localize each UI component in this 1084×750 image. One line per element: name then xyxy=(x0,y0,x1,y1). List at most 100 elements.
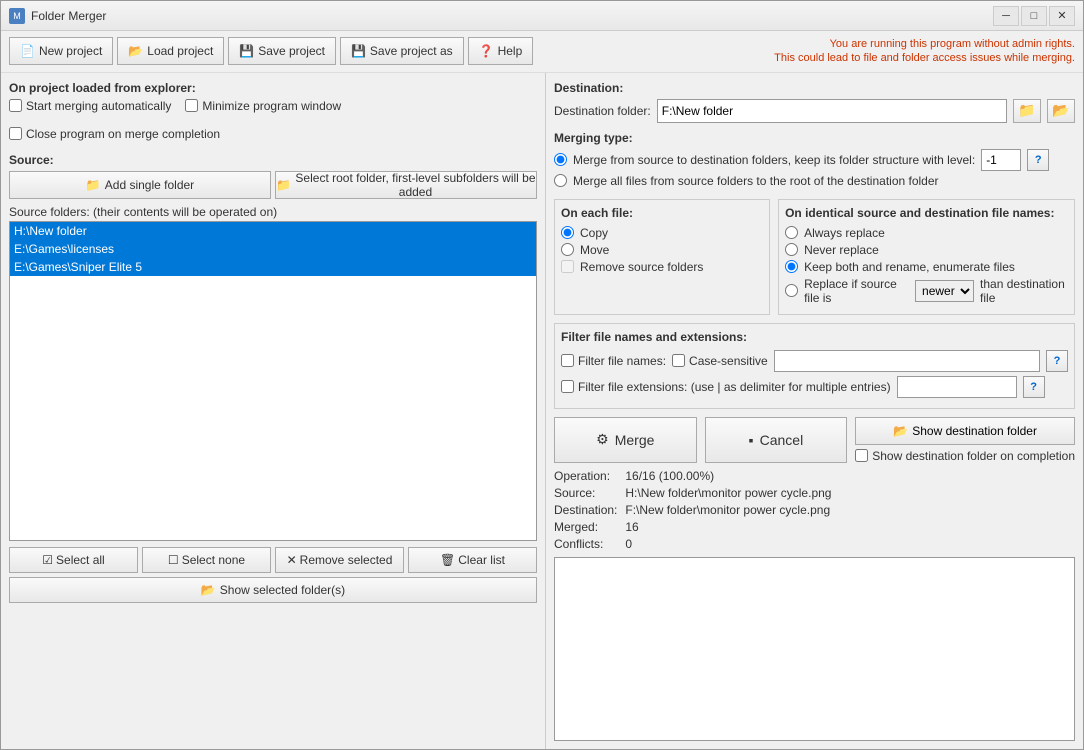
filter-names-input[interactable] xyxy=(774,350,1040,372)
start-merging-item[interactable]: Start merging automatically xyxy=(9,99,171,113)
select-root-folder-button[interactable]: 📁 Select root folder, first-level subfol… xyxy=(275,171,537,199)
show-dest-section: 📂 Show destination folder Show destinati… xyxy=(855,417,1075,463)
operation-value: 16/16 (100.00%) xyxy=(625,469,1075,483)
merging-option1-radio[interactable] xyxy=(554,153,567,166)
merging-option2-radio[interactable] xyxy=(554,174,567,187)
show-selected-folders-button[interactable]: 📂 Show selected folder(s) xyxy=(9,577,537,603)
destination-label: Destination: xyxy=(554,81,1075,95)
close-program-checkbox[interactable] xyxy=(9,127,22,140)
conflicts-value: 0 xyxy=(625,537,1075,551)
always-replace-label: Always replace xyxy=(804,226,885,240)
merged-key: Merged: xyxy=(554,520,617,534)
add-single-folder-button[interactable]: 📁 Add single folder xyxy=(9,171,271,199)
window-title: Folder Merger xyxy=(31,9,993,23)
keep-both-radio[interactable] xyxy=(785,260,798,273)
help-icon: ❓ xyxy=(479,44,494,58)
merging-option2-label: Merge all files from source folders to t… xyxy=(573,174,939,188)
each-file-section: On each file: Copy Move Remove source fo… xyxy=(554,199,770,315)
folder-item[interactable]: E:\Games\Sniper Elite 5 xyxy=(10,258,536,276)
filter-extensions-checkbox[interactable] xyxy=(561,380,574,393)
on-project-options: Start merging automatically Minimize pro… xyxy=(9,99,537,141)
folder-list-label: Source folders: (their contents will be … xyxy=(9,205,537,219)
destination-key: Destination: xyxy=(554,503,617,517)
folder-list-scroll[interactable]: H:\New folderE:\Games\licensesE:\Games\S… xyxy=(10,222,536,540)
show-dest-folder-button[interactable]: 📂 Show destination folder xyxy=(855,417,1075,445)
always-replace-radio[interactable] xyxy=(785,226,798,239)
toolbar: 📄 New project 📂 Load project 💾 Save proj… xyxy=(1,31,1083,73)
load-project-button[interactable]: 📂 Load project xyxy=(117,37,224,65)
merging-option1-label: Merge from source to destination folders… xyxy=(573,153,975,167)
level-input[interactable] xyxy=(981,149,1021,171)
warning-text: You are running this program without adm… xyxy=(774,37,1075,66)
filter-extensions-help-button[interactable]: ? xyxy=(1023,376,1045,398)
log-area[interactable] xyxy=(554,557,1075,741)
case-sensitive-checkbox[interactable] xyxy=(672,354,685,367)
filter-names-row: Filter file names: Case-sensitive ? xyxy=(561,350,1068,372)
newer-select[interactable]: newer older xyxy=(915,280,974,302)
replace-if-label: Replace if source file is xyxy=(804,277,909,305)
never-replace-radio[interactable] xyxy=(785,243,798,256)
conflicts-key: Conflicts: xyxy=(554,537,617,551)
merged-value: 16 xyxy=(625,520,1075,534)
filter-label: Filter file names and extensions: xyxy=(561,330,1068,344)
merging-type-label: Merging type: xyxy=(554,131,1075,145)
filter-names-help-button[interactable]: ? xyxy=(1046,350,1068,372)
never-replace-label: Never replace xyxy=(804,243,879,257)
filter-extensions-input[interactable] xyxy=(897,376,1017,398)
replace-if-radio[interactable] xyxy=(785,284,798,297)
new-project-icon: 📄 xyxy=(20,44,35,58)
save-project-as-button[interactable]: 💾 Save project as xyxy=(340,37,464,65)
show-dest-completion-item[interactable]: Show destination folder on completion xyxy=(855,449,1075,463)
cancel-button[interactable]: ▪ Cancel xyxy=(705,417,848,463)
case-sensitive-item[interactable]: Case-sensitive xyxy=(672,354,768,368)
remove-selected-button[interactable]: ✕ Remove selected xyxy=(275,547,404,573)
app-icon: M xyxy=(9,8,25,24)
save-project-button[interactable]: 💾 Save project xyxy=(228,37,336,65)
copy-row: Copy xyxy=(561,226,763,240)
minimize-button[interactable]: ─ xyxy=(993,6,1019,26)
folder-list: H:\New folderE:\Games\licensesE:\Games\S… xyxy=(10,222,536,276)
move-radio[interactable] xyxy=(561,243,574,256)
replace-if-row: Replace if source file is newer older th… xyxy=(785,277,1068,305)
status-grid: Operation: 16/16 (100.00%) Source: H:\Ne… xyxy=(554,469,1075,551)
select-all-button[interactable]: ☑ Select all xyxy=(9,547,138,573)
folder-item[interactable]: H:\New folder xyxy=(10,222,536,240)
merge-icon: ⚙ xyxy=(596,431,609,448)
show-dest-completion-checkbox[interactable] xyxy=(855,449,868,462)
remove-source-checkbox xyxy=(561,260,574,273)
open-folder-button[interactable]: 📂 xyxy=(1047,99,1075,123)
source-section: Source: 📁 Add single folder 📁 Select roo… xyxy=(9,153,537,541)
remove-icon: ✕ xyxy=(287,553,297,567)
titlebar: M Folder Merger ─ □ ✕ xyxy=(1,1,1083,31)
save-as-icon: 💾 xyxy=(351,44,366,58)
merge-button[interactable]: ⚙ Merge xyxy=(554,417,697,463)
help-button[interactable]: ❓ Help xyxy=(468,37,534,65)
source-label: Source: xyxy=(9,153,537,167)
close-button[interactable]: ✕ xyxy=(1049,6,1075,26)
move-label: Move xyxy=(580,243,609,257)
source-key: Source: xyxy=(554,486,617,500)
filter-names-checkbox[interactable] xyxy=(561,354,574,367)
maximize-button[interactable]: □ xyxy=(1021,6,1047,26)
minimize-window-checkbox[interactable] xyxy=(185,99,198,112)
main-window: M Folder Merger ─ □ ✕ 📄 New project 📂 Lo… xyxy=(0,0,1084,750)
keep-both-label: Keep both and rename, enumerate files xyxy=(804,260,1015,274)
start-merging-checkbox[interactable] xyxy=(9,99,22,112)
minimize-window-item[interactable]: Minimize program window xyxy=(185,99,341,113)
filter-names-item[interactable]: Filter file names: xyxy=(561,354,666,368)
merging-help-button[interactable]: ? xyxy=(1027,149,1049,171)
destination-section: Destination: Destination folder: 📁 📂 xyxy=(554,81,1075,123)
destination-folder-input[interactable] xyxy=(657,99,1007,123)
close-program-item[interactable]: Close program on merge completion xyxy=(9,127,220,141)
clear-list-button[interactable]: 🗑 Clear list xyxy=(408,547,537,573)
left-panel: On project loaded from explorer: Start m… xyxy=(1,73,546,749)
select-none-button[interactable]: ☐ Select none xyxy=(142,547,271,573)
select-root-icon: 📁 xyxy=(276,178,291,192)
folder-item[interactable]: E:\Games\licenses xyxy=(10,240,536,258)
save-project-icon: 💾 xyxy=(239,44,254,58)
browse-folder-button[interactable]: 📁 xyxy=(1013,99,1041,123)
merging-type-section: Merging type: Merge from source to desti… xyxy=(554,131,1075,191)
filter-extensions-item[interactable]: Filter file extensions: (use | as delimi… xyxy=(561,380,891,394)
new-project-button[interactable]: 📄 New project xyxy=(9,37,113,65)
copy-radio[interactable] xyxy=(561,226,574,239)
